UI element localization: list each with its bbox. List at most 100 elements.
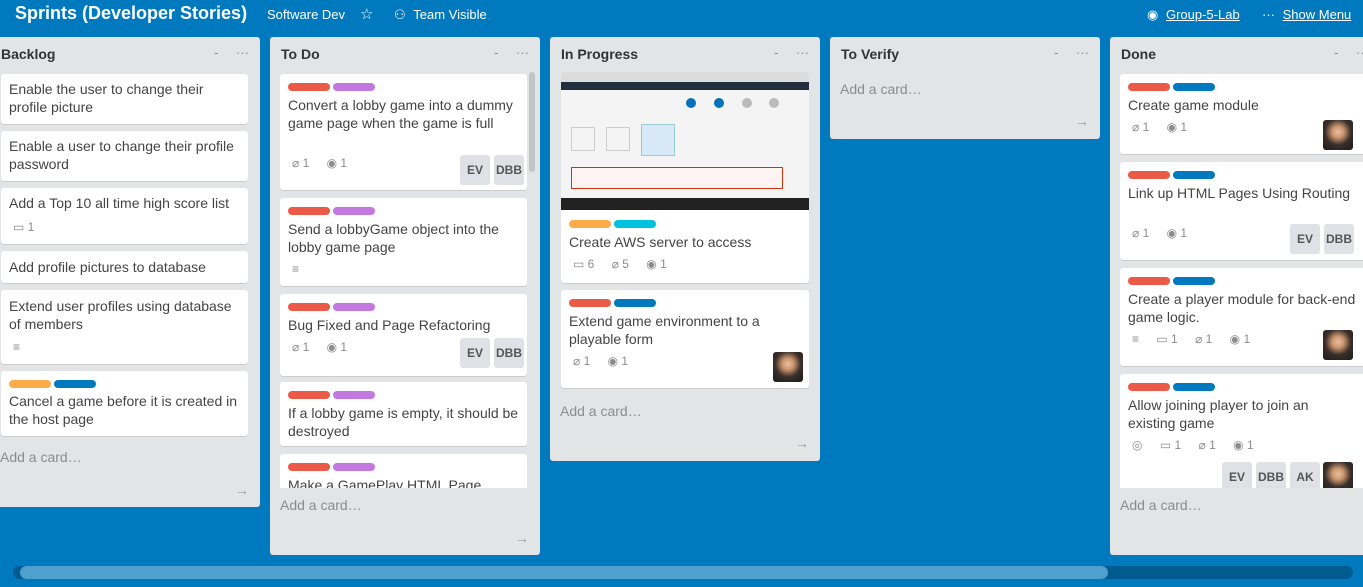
card[interactable]: Make a GamePlay HTML Page	[280, 454, 527, 488]
add-card-link[interactable]: Add a card…	[840, 81, 922, 97]
member-avatar-photo[interactable]	[1323, 462, 1353, 488]
member-avatar[interactable]: AK	[1290, 462, 1320, 488]
card-cover-image	[561, 72, 809, 210]
card[interactable]: Bug Fixed and Page Refactoring ⌀ 1 ◉ 1 E…	[280, 294, 527, 376]
card[interactable]: Create AWS server to access ▭ 6 ⌀ 5 ◉ 1	[561, 72, 809, 283]
list-in-progress: In Progress - ··· Create AWS server to a…	[550, 37, 820, 461]
list-done: Done - ··· Create game module ⌀ 1 ◉ 1 Li…	[1110, 37, 1363, 555]
list-title[interactable]: Backlog	[1, 46, 55, 62]
add-card-link[interactable]: Add a card…	[280, 497, 362, 513]
list-title[interactable]: To Verify	[841, 46, 899, 62]
card[interactable]: Create a player module for back-end game…	[1120, 268, 1363, 366]
label-blue	[1173, 171, 1215, 179]
list-backlog: Backlog - ··· Enable the user to change …	[0, 37, 260, 507]
card-labels	[288, 83, 378, 91]
show-menu-button[interactable]: ··· Show Menu	[1262, 7, 1351, 22]
attachment-icon: ⌀ 1	[1132, 226, 1150, 240]
github-icon: ◉ 1	[326, 156, 348, 170]
card[interactable]: Allow joining player to join an existing…	[1120, 374, 1363, 488]
list-title[interactable]: Done	[1121, 46, 1156, 62]
card[interactable]: Link up HTML Pages Using Routing ⌀ 1 ◉ 1…	[1120, 162, 1363, 260]
card-labels	[569, 299, 659, 307]
card-title: Link up HTML Pages Using Routing	[1128, 185, 1351, 201]
list-menu-icon[interactable]: ···	[236, 45, 249, 60]
card[interactable]: Enable the user to change their profile …	[1, 74, 248, 124]
card-badges: ▭ 1	[13, 220, 48, 234]
add-card-link[interactable]: Add a card…	[1120, 497, 1202, 513]
label-blue	[1173, 383, 1215, 391]
card[interactable]: Add profile pictures to database	[1, 251, 248, 283]
card-title: Enable a user to change their profile pa…	[9, 138, 234, 172]
card[interactable]: Send a lobbyGame object into the lobby g…	[280, 198, 527, 286]
card-labels	[569, 220, 659, 228]
member-avatar-photo[interactable]	[1323, 330, 1353, 360]
minimize-icon[interactable]: -	[774, 45, 778, 60]
github-icon: ◉ 1	[1166, 120, 1188, 134]
github-icon: ◉ 1	[1229, 332, 1251, 346]
list-menu-icon[interactable]: ···	[796, 45, 809, 60]
visibility-button[interactable]: ⚇ Team Visible	[394, 7, 487, 23]
add-card-link[interactable]: Add a card…	[560, 403, 642, 419]
card[interactable]: Convert a lobby game into a dummy game p…	[280, 74, 527, 190]
board-scrollbar-thumb[interactable]	[20, 566, 1108, 579]
card-badges: ▭ 6 ⌀ 5 ◉ 1	[573, 257, 681, 271]
card-labels	[9, 380, 99, 388]
card[interactable]: Cancel a game before it is created in th…	[1, 371, 248, 436]
description-icon: ≡	[292, 262, 300, 276]
list-menu-icon[interactable]: ···	[1356, 45, 1363, 60]
attachment-icon: ⌀ 1	[292, 156, 310, 170]
card[interactable]: If a lobby game is empty, it should be d…	[280, 382, 527, 446]
card-badges: ◎ ▭ 1 ⌀ 1 ◉ 1	[1132, 438, 1268, 452]
card[interactable]: Add a Top 10 all time high score list ▭ …	[1, 188, 248, 244]
card[interactable]: Extend game environment to a playable fo…	[561, 290, 809, 388]
label-red	[1128, 171, 1170, 179]
member-avatar[interactable]: DBB	[1256, 462, 1286, 488]
card[interactable]: Extend user profiles using database of m…	[1, 290, 248, 364]
member-avatar[interactable]: EV	[1290, 224, 1320, 254]
add-card-link[interactable]: Add a card…	[0, 449, 82, 465]
member-avatar[interactable]: DBB	[494, 155, 524, 185]
card-title: Bug Fixed and Page Refactoring	[288, 317, 491, 333]
comment-icon: ▭ 1	[13, 220, 35, 234]
minimize-icon[interactable]: -	[1334, 45, 1338, 60]
member-avatar-photo[interactable]	[1323, 120, 1353, 150]
label-red	[1128, 383, 1170, 391]
member-avatar-photo[interactable]	[773, 352, 803, 382]
board-title[interactable]: Sprints (Developer Stories)	[15, 3, 247, 24]
team-button[interactable]: Software Dev	[267, 7, 345, 22]
minimize-icon[interactable]: -	[1054, 45, 1058, 60]
list-todo: To Do - ··· Convert a lobby game into a …	[270, 37, 540, 555]
card-labels	[288, 463, 378, 471]
label-purple	[333, 83, 375, 91]
member-avatar[interactable]: DBB	[1324, 224, 1354, 254]
card-title: Create a player module for back-end game…	[1128, 291, 1356, 325]
label-orange	[9, 380, 51, 388]
card-title: Add profile pictures to database	[9, 259, 206, 275]
label-purple	[333, 303, 375, 311]
star-icon[interactable]: ☆	[360, 5, 373, 23]
repo-link[interactable]: ◉ Group-5-Lab	[1147, 7, 1240, 23]
card[interactable]: Enable a user to change their profile pa…	[1, 131, 248, 181]
card-labels	[1128, 383, 1218, 391]
attachment-icon: ⌀ 1	[1195, 332, 1213, 346]
card[interactable]: Create game module ⌀ 1 ◉ 1	[1120, 74, 1363, 154]
member-avatar[interactable]: DBB	[494, 338, 524, 368]
member-avatar[interactable]: EV	[460, 338, 490, 368]
card-badges: ⌀ 1 ◉ 1	[292, 156, 361, 170]
comment-icon: ▭ 1	[1159, 438, 1182, 452]
label-red	[288, 83, 330, 91]
description-icon: ≡	[1132, 332, 1140, 346]
list-to-verify: To Verify - ··· Add a card… →	[830, 37, 1100, 139]
list-menu-icon[interactable]: ···	[1076, 45, 1089, 60]
member-avatar[interactable]: EV	[1222, 462, 1252, 488]
member-avatar[interactable]: EV	[460, 155, 490, 185]
label-purple	[333, 391, 375, 399]
github-icon: ◉ 1	[326, 340, 348, 354]
list-menu-icon[interactable]: ···	[516, 45, 529, 60]
github-icon: ◉	[1147, 7, 1159, 22]
list-title[interactable]: In Progress	[561, 46, 638, 62]
description-icon: ≡	[13, 340, 21, 354]
minimize-icon[interactable]: -	[494, 45, 498, 60]
minimize-icon[interactable]: -	[214, 45, 218, 60]
list-title[interactable]: To Do	[281, 46, 320, 62]
